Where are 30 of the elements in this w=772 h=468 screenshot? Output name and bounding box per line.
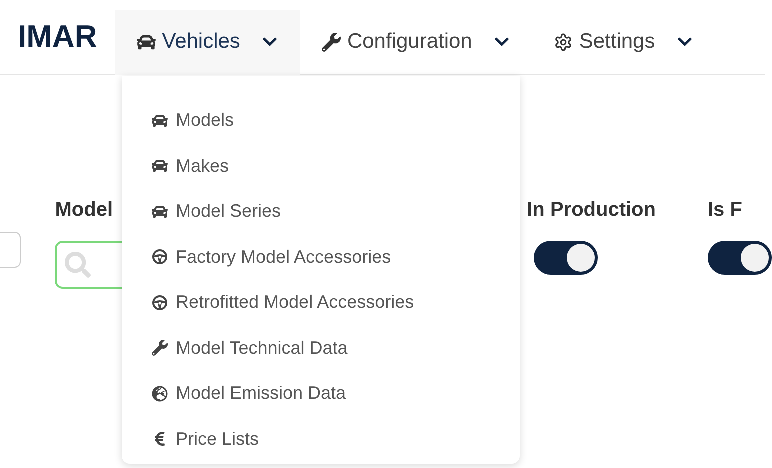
menu-item[interactable]: Model Technical Data <box>152 326 520 371</box>
filter-label: In Production <box>527 198 656 223</box>
wrench-icon <box>152 340 168 356</box>
car-icon <box>152 204 168 220</box>
euro-icon <box>152 431 168 448</box>
menu-item[interactable]: Models <box>152 98 520 144</box>
globe-icon <box>152 386 168 402</box>
car-icon <box>152 112 168 129</box>
filter-label: Is F <box>708 198 742 223</box>
nav-menu[interactable]: Settings <box>532 10 716 74</box>
nav-menu[interactable]: Vehicles <box>115 10 300 74</box>
brand-logo: IMAR <box>18 18 98 56</box>
wrench-icon <box>322 32 342 52</box>
menu-item[interactable]: Factory Model Accessories <box>152 234 520 280</box>
menu-item[interactable]: Model Series <box>152 189 520 234</box>
car-icon <box>137 32 156 52</box>
input-field[interactable] <box>0 232 22 268</box>
toggle-switch[interactable] <box>708 241 772 275</box>
menu-item[interactable]: Price Lists <box>152 416 520 462</box>
steering-wheel-icon <box>152 294 168 311</box>
search-icon <box>65 252 92 278</box>
settings-icon <box>554 32 574 52</box>
filter-label: Model <box>55 198 114 223</box>
car-icon <box>152 158 168 174</box>
menu-item[interactable]: Retrofitted Model Accessories <box>152 280 520 326</box>
steering-wheel-icon <box>152 249 168 266</box>
toggle-switch[interactable] <box>534 241 598 275</box>
menu-item[interactable]: Model Emission Data <box>152 371 520 416</box>
menu-item[interactable]: Makes <box>152 144 520 189</box>
nav-menu[interactable]: Configuration <box>300 10 532 74</box>
